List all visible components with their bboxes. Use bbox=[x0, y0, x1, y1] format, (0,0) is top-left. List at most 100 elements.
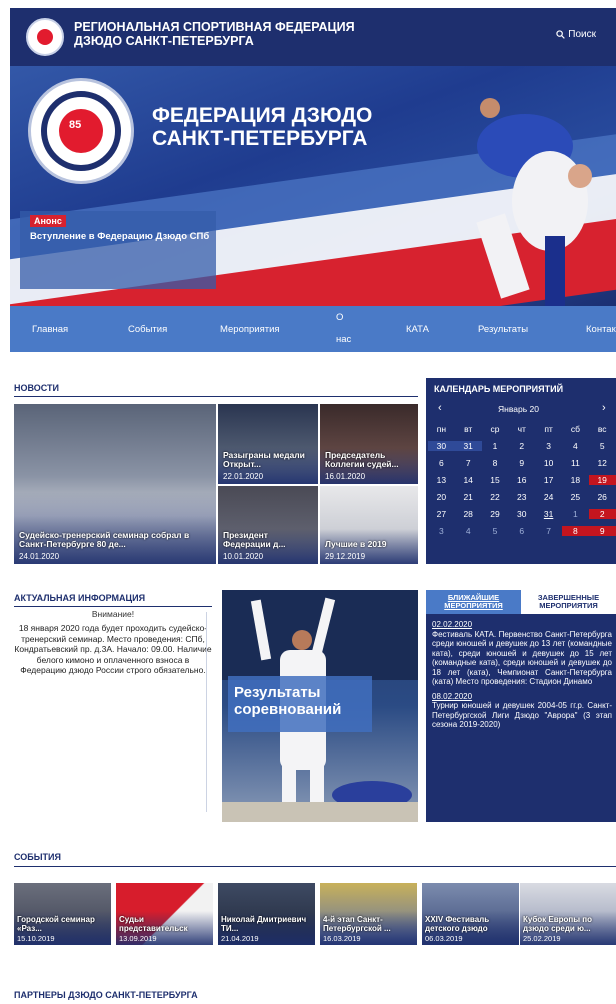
event-date: 25.02.2019 bbox=[523, 934, 561, 943]
calendar-day[interactable]: 12 bbox=[589, 458, 616, 468]
event-entry[interactable]: 08.02.2020 Турнир юношей и девушек 2004-… bbox=[432, 692, 612, 730]
calendar-day[interactable]: 5 bbox=[589, 441, 616, 451]
calendar-day[interactable]: 1 bbox=[482, 441, 509, 451]
logo-badge: 85 bbox=[69, 119, 82, 131]
news-item[interactable]: Председатель Коллегии судей... 16.01.202… bbox=[320, 404, 418, 484]
calendar-day[interactable]: 26 bbox=[589, 492, 616, 502]
calendar-day[interactable]: 24 bbox=[535, 492, 562, 502]
announce-text[interactable]: Вступление в Федерацию Дзюдо СПб bbox=[30, 231, 210, 242]
calendar-day[interactable]: 9 bbox=[508, 458, 535, 468]
site-title[interactable]: Региональная спортивная федерация дзюдо … bbox=[74, 20, 394, 48]
nav-item-activities[interactable]: Мероприятия bbox=[220, 324, 280, 335]
calendar-month: Январь 20 bbox=[498, 404, 539, 414]
news-caption: Президент Федерации д... bbox=[223, 530, 286, 549]
calendar-next-button[interactable]: › bbox=[602, 402, 606, 414]
nav-item-home[interactable]: Главная bbox=[32, 324, 68, 335]
nav-item-about[interactable]: О нас bbox=[336, 307, 352, 351]
search-button[interactable]: Поиск bbox=[556, 29, 596, 40]
news-item[interactable]: Разыграны медали Открыт... 22.01.2020 bbox=[218, 404, 318, 484]
event-card[interactable]: Судьи представительск 13.09.2019 bbox=[116, 883, 213, 945]
calendar-week: 13 14 15 16 17 18 19 bbox=[428, 471, 616, 488]
event-date: 08.02.2020 bbox=[432, 691, 473, 701]
calendar-day[interactable]: 3 bbox=[428, 526, 455, 536]
calendar-day[interactable]: 6 bbox=[428, 458, 455, 468]
federation-logo[interactable] bbox=[26, 18, 64, 56]
calendar-prev-button[interactable]: ‹ bbox=[438, 402, 442, 414]
results-banner[interactable]: Результаты соревнований bbox=[222, 590, 418, 822]
calendar-grid: пн вт ср чт пт сб вс 30 31 1 2 3 4 5 6 7… bbox=[428, 420, 616, 539]
event-entry[interactable]: 02.02.2020 Фестиваль КАТА. Первенство Са… bbox=[432, 620, 612, 687]
calendar-weekdays: пн вт ср чт пт сб вс bbox=[436, 423, 607, 434]
news-caption: Судейско-тренерский семинар собрал в Сан… bbox=[19, 530, 190, 549]
calendar-day[interactable]: 13 bbox=[428, 475, 455, 485]
calendar-day[interactable]: 29 bbox=[482, 509, 509, 519]
nav-item-contacts[interactable]: Контакты bbox=[586, 324, 616, 335]
calendar-day[interactable]: 7 bbox=[535, 526, 562, 536]
news-date: 16.01.2020 bbox=[325, 472, 366, 481]
hero-banner: 85 Федерация дзюдо Санкт-Петербурга Анон… bbox=[10, 66, 616, 306]
news-item[interactable]: Судейско-тренерский семинар собрал в Сан… bbox=[14, 404, 216, 564]
event-text: Фестиваль КАТА. Первенство Санкт-Петербу… bbox=[432, 629, 612, 687]
calendar-day[interactable]: 2 bbox=[508, 441, 535, 451]
calendar-day[interactable]: 15 bbox=[482, 475, 509, 485]
calendar-day[interactable]: 4 bbox=[562, 441, 589, 451]
event-card[interactable]: Городской семинар «Раз... 15.10.2019 bbox=[14, 883, 111, 945]
results-label[interactable]: Результаты соревнований bbox=[228, 676, 372, 732]
info-text: 18 января 2020 года будет проходить суде… bbox=[14, 623, 212, 675]
events-calendar: Календарь мероприятий ‹ Январь 20 › пн в… bbox=[426, 378, 616, 564]
nav-item-events[interactable]: События bbox=[128, 324, 167, 335]
search-icon bbox=[556, 30, 566, 39]
news-date: 24.01.2020 bbox=[19, 552, 60, 561]
news-item[interactable]: Лучшие в 2019 29.12.2019 bbox=[320, 486, 418, 564]
calendar-day[interactable]: 4 bbox=[455, 526, 482, 536]
calendar-day[interactable]: 19 bbox=[588, 474, 616, 485]
calendar-day[interactable]: 10 bbox=[535, 458, 562, 468]
calendar-day[interactable]: 31 bbox=[535, 509, 562, 519]
news-date: 29.12.2019 bbox=[325, 552, 366, 561]
calendar-day[interactable]: 28 bbox=[455, 509, 482, 519]
calendar-day[interactable]: 16 bbox=[508, 475, 535, 485]
calendar-day[interactable]: 22 bbox=[482, 492, 509, 502]
calendar-day[interactable]: 1 bbox=[562, 509, 589, 519]
calendar-week: 30 31 1 2 3 4 5 bbox=[428, 437, 616, 454]
event-card[interactable]: Кубок Европы по дзюдо среди ю... 25.02.2… bbox=[520, 883, 616, 945]
announce-box[interactable]: Анонс Вступление в Федерацию Дзюдо СПб bbox=[20, 211, 216, 289]
calendar-day[interactable]: 8 bbox=[561, 525, 589, 536]
tab-finished-events[interactable]: Завершенные мероприятия bbox=[521, 590, 616, 614]
calendar-week: 27 28 29 30 31 1 2 bbox=[428, 505, 616, 522]
calendar-day[interactable]: 30 bbox=[428, 440, 455, 451]
calendar-day[interactable]: 9 bbox=[588, 525, 616, 536]
calendar-day[interactable]: 23 bbox=[508, 492, 535, 502]
news-item[interactable]: Президент Федерации д... 10.01.2020 bbox=[218, 486, 318, 564]
calendar-day[interactable]: 8 bbox=[482, 458, 509, 468]
calendar-day[interactable]: 6 bbox=[508, 526, 535, 536]
calendar-day[interactable]: 11 bbox=[562, 458, 589, 468]
calendar-day[interactable]: 31 bbox=[454, 440, 482, 451]
calendar-day[interactable]: 18 bbox=[562, 475, 589, 485]
event-card[interactable]: Николай Дмитриевич ТИ... 21.04.2019 bbox=[218, 883, 315, 945]
calendar-day[interactable]: 2 bbox=[588, 508, 616, 519]
calendar-day[interactable]: 17 bbox=[535, 475, 562, 485]
calendar-day[interactable]: 20 bbox=[428, 492, 455, 502]
calendar-week: 20 21 22 23 24 25 26 bbox=[428, 488, 616, 505]
event-card[interactable]: XXIV Фестиваль детского дзюдо 06.03.2019 bbox=[422, 883, 519, 945]
calendar-day[interactable]: 30 bbox=[508, 509, 535, 519]
nav-item-kata[interactable]: КАТА bbox=[406, 324, 429, 335]
news-date: 10.01.2020 bbox=[223, 552, 264, 561]
nav-item-results[interactable]: Результаты bbox=[478, 324, 528, 335]
tab-upcoming-events[interactable]: Ближайшие мероприятия bbox=[426, 590, 521, 614]
event-date: 15.10.2019 bbox=[17, 934, 55, 943]
news-section-title: Новости bbox=[14, 383, 60, 393]
event-text: Турнир юношей и девушек 2004-05 гг.р. Са… bbox=[432, 701, 612, 729]
event-caption: Кубок Европы по дзюдо среди ю... bbox=[523, 915, 593, 933]
announce-label: Анонс bbox=[30, 215, 66, 227]
event-card[interactable]: 4-й этап Санкт-Петербургской ... 16.03.2… bbox=[320, 883, 417, 945]
calendar-day[interactable]: 5 bbox=[482, 526, 509, 536]
calendar-day[interactable]: 25 bbox=[562, 492, 589, 502]
calendar-day[interactable]: 7 bbox=[455, 458, 482, 468]
calendar-day[interactable]: 27 bbox=[428, 509, 455, 519]
calendar-day[interactable]: 3 bbox=[535, 441, 562, 451]
event-date: 02.02.2020 bbox=[432, 620, 473, 629]
calendar-day[interactable]: 21 bbox=[455, 492, 482, 502]
calendar-day[interactable]: 14 bbox=[455, 475, 482, 485]
